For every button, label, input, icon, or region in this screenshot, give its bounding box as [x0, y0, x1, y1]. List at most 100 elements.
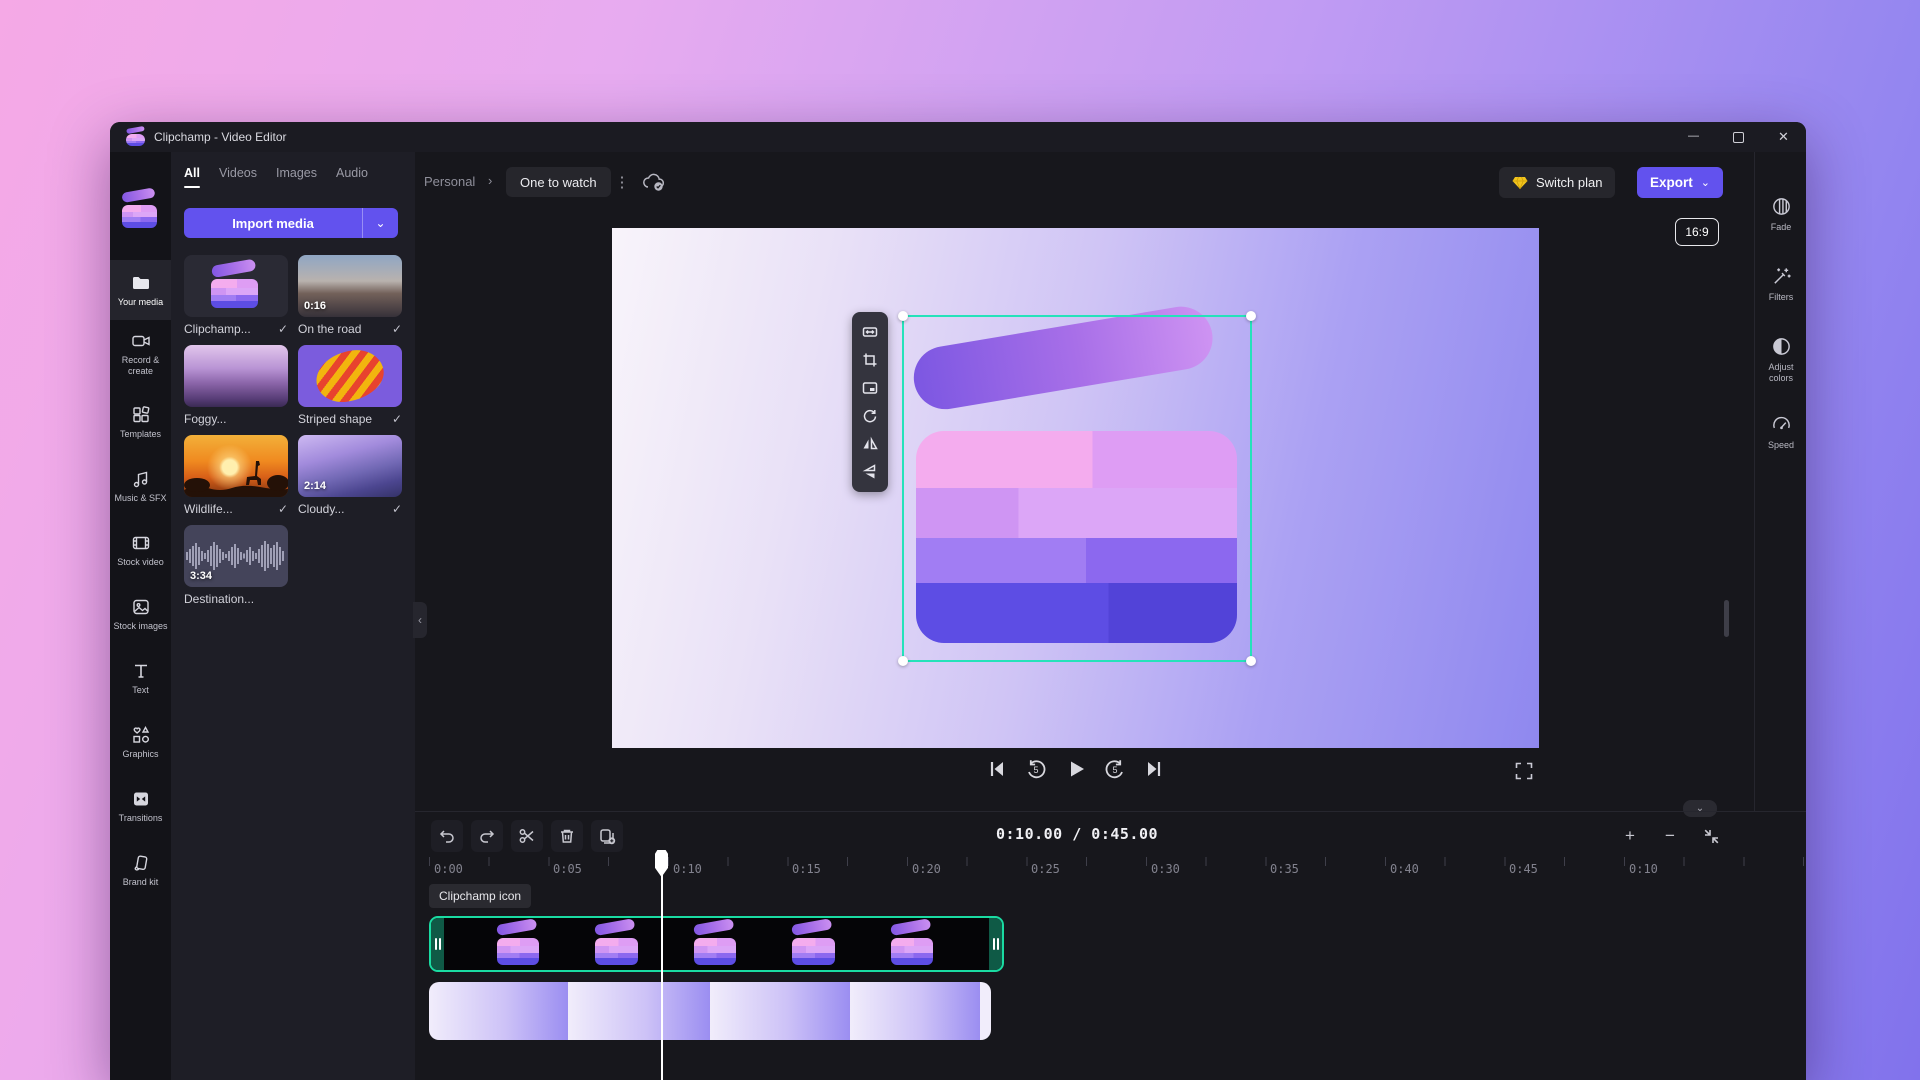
media-item-on-the-road[interactable]: 0:16 On the road ✓ [298, 255, 402, 345]
minimize-button[interactable]: — [1671, 122, 1716, 152]
import-media-button[interactable]: Import media ⌄ [184, 208, 398, 238]
media-item-destination[interactable]: 3:34 Destination... [184, 525, 288, 615]
tab-audio[interactable]: Audio [336, 166, 368, 188]
picture-in-picture-icon[interactable] [862, 380, 878, 396]
rewind-5-button[interactable]: 5 [1021, 754, 1051, 784]
selection-handle-top-right[interactable] [1246, 311, 1256, 321]
fit-timeline-button[interactable] [1697, 822, 1725, 850]
minus-icon: − [1665, 826, 1675, 845]
sidebar-item-text[interactable]: Text [110, 648, 171, 708]
sidebar-item-stock-video[interactable]: Stock video [110, 520, 171, 580]
duplicate-icon [600, 829, 616, 845]
sidebar-item-graphics[interactable]: Graphics [110, 712, 171, 772]
skip-to-end-button[interactable] [1139, 754, 1169, 784]
tool-filters[interactable]: Filters [1755, 266, 1806, 303]
project-name[interactable]: One to watch [506, 167, 611, 197]
maximize-button[interactable] [1716, 122, 1761, 152]
sidebar-item-transitions[interactable]: Transitions [110, 776, 171, 836]
collapse-media-panel-handle[interactable]: ‹ [413, 602, 427, 638]
timeline-video-clip[interactable] [429, 916, 1004, 972]
close-button[interactable]: ✕ [1761, 122, 1806, 152]
folder-icon [132, 276, 149, 289]
flip-vertical-icon[interactable] [862, 464, 878, 480]
aspect-ratio-badge[interactable]: 16:9 [1675, 218, 1719, 246]
collapse-preview-button[interactable]: ⌄ [1683, 800, 1717, 817]
selection-handle-top-left[interactable] [898, 311, 908, 321]
check-icon: ✓ [277, 322, 288, 336]
sidebar-item-stock-images[interactable]: Stock images [110, 584, 171, 644]
timeline-gradient-clip[interactable] [429, 982, 991, 1040]
export-button[interactable]: Export ⌄ [1637, 167, 1723, 198]
film-icon [132, 536, 149, 549]
image-icon [132, 599, 149, 614]
fullscreen-button[interactable] [1514, 761, 1534, 781]
chevron-down-icon: ⌄ [1695, 803, 1705, 814]
sync-status-icon [641, 170, 667, 194]
selection-handle-bottom-right[interactable] [1246, 656, 1256, 666]
giraffe-silhouette [184, 461, 288, 497]
flip-horizontal-icon[interactable] [862, 436, 878, 452]
preview-canvas[interactable] [612, 228, 1539, 748]
split-button[interactable] [511, 820, 543, 852]
crop-icon[interactable] [862, 352, 878, 368]
media-item-cloudy[interactable]: 2:14 Cloudy... ✓ [298, 435, 402, 525]
sidebar-item-brand-kit[interactable]: Brand kit [110, 840, 171, 900]
breadcrumb-root[interactable]: Personal [424, 174, 475, 189]
collapse-tool-rail-handle[interactable] [1724, 600, 1729, 637]
rotate-icon[interactable] [862, 408, 878, 424]
tab-videos[interactable]: Videos [219, 166, 257, 188]
forward-5-button[interactable]: 5 [1100, 754, 1130, 784]
redo-button[interactable] [471, 820, 503, 852]
import-dropdown-button[interactable]: ⌄ [363, 208, 398, 238]
sidebar-item-music-sfx[interactable]: Music & SFX [110, 456, 171, 516]
tool-speed[interactable]: Speed [1755, 414, 1806, 451]
trim-handle-right[interactable] [989, 918, 1002, 970]
chevron-right-icon: › [488, 173, 493, 188]
scissors-icon [519, 829, 534, 843]
tool-fade[interactable]: Fade [1755, 196, 1806, 233]
more-options-button[interactable]: ⋮ [613, 170, 631, 194]
timeline-divider [415, 811, 1806, 812]
selection-box[interactable] [898, 311, 1256, 666]
check-icon: ✓ [277, 502, 288, 516]
adjust-colors-icon [1772, 338, 1790, 355]
svg-text:5: 5 [1112, 765, 1117, 775]
media-item-striped-shape[interactable]: Striped shape ✓ [298, 345, 402, 435]
resize-icon[interactable] [862, 324, 878, 340]
play-button[interactable] [1061, 754, 1091, 784]
fade-icon [1772, 198, 1790, 215]
magic-wand-icon [1773, 268, 1791, 284]
media-item-clipchamp[interactable]: Clipchamp... ✓ [184, 255, 288, 345]
tab-images[interactable]: Images [276, 166, 317, 188]
skip-to-start-button[interactable] [982, 754, 1012, 784]
close-icon: ✕ [1778, 129, 1789, 144]
text-icon [134, 664, 147, 678]
timeline-ruler[interactable]: 0:00 0:05 0:10 0:15 0:20 0:25 0:30 0:35 … [429, 857, 1806, 880]
delete-button[interactable] [551, 820, 583, 852]
kebab-icon: ⋮ [614, 174, 630, 191]
check-icon: ✓ [391, 502, 402, 516]
media-item-wildlife[interactable]: Wildlife... ✓ [184, 435, 288, 525]
switch-plan-button[interactable]: Switch plan [1499, 167, 1616, 198]
zoom-in-button[interactable]: + [1616, 822, 1644, 850]
clipchamp-app-logo-icon[interactable] [121, 187, 160, 228]
duplicate-button[interactable] [591, 820, 623, 852]
fit-to-screen-icon [1704, 829, 1718, 843]
media-item-foggy[interactable]: Foggy... [184, 345, 288, 435]
zoom-out-button[interactable]: − [1656, 822, 1684, 850]
sidebar-item-your-media[interactable]: Your media [110, 260, 171, 320]
sidebar-item-record-create[interactable]: Record & create [110, 324, 171, 384]
brand-kit-icon [134, 855, 147, 871]
playhead-line[interactable] [661, 864, 663, 1080]
redo-icon [480, 830, 495, 843]
trim-handle-left[interactable] [431, 918, 444, 970]
selection-handle-bottom-left[interactable] [898, 656, 908, 666]
sidebar-item-templates[interactable]: Templates [110, 392, 171, 452]
undo-button[interactable] [431, 820, 463, 852]
clipchamp-logo-icon [125, 125, 146, 146]
templates-icon [132, 405, 149, 422]
tab-all[interactable]: All [184, 166, 200, 188]
speedometer-icon [1772, 416, 1790, 430]
undo-icon [439, 830, 454, 843]
tool-adjust-colors[interactable]: Adjust colors [1755, 336, 1806, 384]
